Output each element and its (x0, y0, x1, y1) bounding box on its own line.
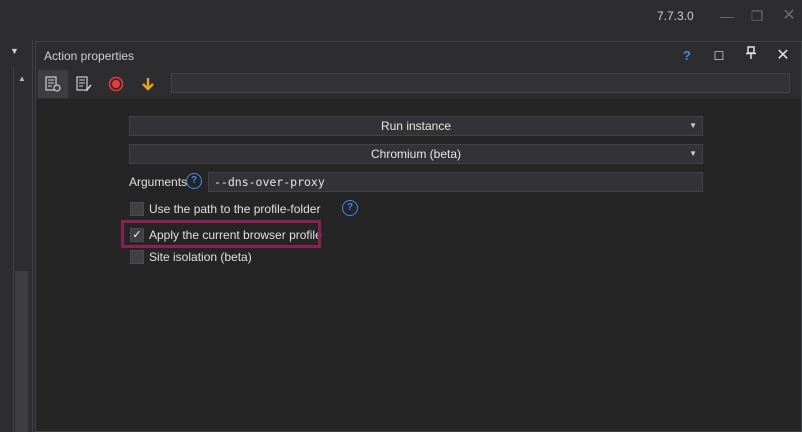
arguments-input[interactable]: --dns-over-proxy (208, 172, 703, 192)
chevron-down-icon[interactable]: ▼ (689, 117, 697, 135)
checkbox-checked[interactable]: ✓ (130, 228, 144, 242)
app-version: 7.7.3.0 (657, 9, 694, 23)
browser-select[interactable]: Chromium (beta) ▼ (129, 144, 703, 164)
scroll-up-icon[interactable]: ▲ (18, 74, 26, 83)
left-panel: ▼ ▲ (0, 40, 33, 432)
record-icon[interactable] (101, 70, 131, 98)
toolbar-field[interactable] (171, 73, 790, 93)
option-profile-folder[interactable]: Use the path to the profile-folder (130, 200, 320, 218)
minimize-icon[interactable]: — (716, 6, 738, 26)
checkbox[interactable] (130, 250, 144, 264)
checkbox[interactable] (130, 202, 144, 216)
scroll-thumb[interactable] (15, 271, 28, 432)
arrow-down-icon[interactable] (133, 70, 163, 98)
properties-form: Run instance ▼ Chromium (beta) ▼ Argumen… (36, 99, 801, 431)
restore-icon[interactable]: ❐ (746, 6, 768, 26)
help-icon[interactable]: ? (186, 173, 202, 189)
settings-list-icon[interactable] (38, 70, 68, 98)
action-properties-panel: Action properties ? ☐ ✕ Run instance ▼ C… (35, 41, 802, 432)
close-window-icon[interactable]: ✕ (778, 6, 800, 26)
arguments-label: Arguments (129, 175, 188, 189)
option-label: Site isolation (beta) (149, 250, 252, 264)
option-label: Use the path to the profile-folder (149, 202, 321, 216)
close-panel-icon[interactable]: ✕ (773, 46, 793, 66)
action-select[interactable]: Run instance ▼ (129, 116, 703, 136)
title-bar: 7.7.3.0 — ❐ ✕ (0, 0, 802, 34)
option-label: Apply the current browser profile (149, 228, 322, 242)
option-site-isolation[interactable]: Site isolation (beta) (130, 248, 252, 266)
option-apply-profile[interactable]: ✓ Apply the current browser profile (130, 226, 322, 244)
edit-list-icon[interactable] (69, 70, 99, 98)
help-icon[interactable]: ? (677, 46, 697, 66)
pin-icon[interactable] (741, 46, 761, 66)
panel-title: Action properties (44, 49, 135, 63)
panel-header: Action properties ? ☐ ✕ (36, 42, 801, 69)
maximize-icon[interactable]: ☐ (709, 46, 729, 66)
help-icon[interactable]: ? (342, 200, 358, 216)
browser-select-value: Chromium (beta) (370, 147, 462, 161)
action-select-value: Run instance (380, 119, 452, 133)
chevron-down-icon[interactable]: ▼ (689, 145, 697, 163)
toolbar (36, 69, 801, 99)
dropdown-arrow-icon[interactable]: ▼ (10, 46, 19, 56)
